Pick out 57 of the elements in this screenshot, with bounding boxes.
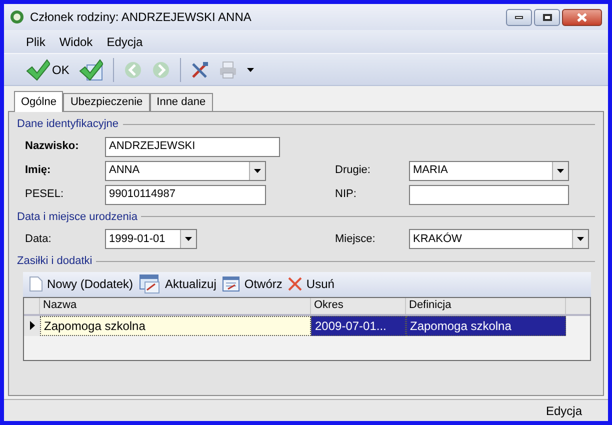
- section-heading: Data i miejsce urodzenia: [17, 210, 138, 224]
- table-cell: Zapomoga szkolna: [406, 316, 566, 336]
- tab[interactable]: Ogólne: [14, 91, 64, 112]
- field-label: Nazwisko:: [25, 139, 80, 154]
- list-toolbar-button[interactable]: Aktualizuj: [139, 273, 216, 295]
- tab[interactable]: Ubezpieczenie: [63, 93, 150, 111]
- maximize-button[interactable]: [534, 8, 560, 26]
- ok-button[interactable]: OK: [24, 56, 72, 82]
- dropdown-field[interactable]: MARIA: [409, 160, 569, 180]
- blank-page-icon: [29, 276, 43, 292]
- menu-item[interactable]: Widok: [59, 32, 93, 50]
- close-button[interactable]: [562, 8, 602, 26]
- tools-icon: [191, 60, 210, 78]
- field-label: PESEL:: [25, 187, 65, 202]
- caret-icon: [185, 237, 192, 241]
- row-pointer-icon: [30, 321, 34, 330]
- input-field[interactable]: ANDRZEJEWSKI: [105, 136, 280, 156]
- caret-icon: [254, 168, 261, 172]
- section-heading: Zasiłki i dodatki: [17, 254, 92, 269]
- caret-icon: [557, 168, 564, 172]
- column-header[interactable]: Okres: [311, 298, 406, 314]
- field-label: Data:: [25, 232, 52, 247]
- dropdown-field[interactable]: KRAKÓW: [409, 229, 589, 249]
- status-text: Edycja: [546, 402, 582, 420]
- input-field[interactable]: 99010114987: [105, 184, 266, 204]
- list-toolbar-button[interactable]: Otwórz: [222, 273, 282, 295]
- window-title: Członek rodziny: ANDRZEJEWSKI ANNA: [30, 9, 252, 26]
- table-row[interactable]: Zapomoga szkolna 2009-07-01... Zapomoga szkolna: [24, 316, 590, 336]
- date-picker[interactable]: 1999-01-01: [105, 229, 197, 249]
- column-header[interactable]: Nazwa: [40, 298, 311, 314]
- field-label: Drugie:: [335, 163, 372, 178]
- caret-icon: [577, 237, 584, 241]
- column-header[interactable]: Definicja: [406, 298, 566, 314]
- field-label: NIP:: [335, 187, 358, 202]
- list-toolbar-button[interactable]: Nowy (Dodatek): [29, 273, 134, 295]
- caret-icon: [247, 68, 254, 72]
- document-edit-icon: [139, 274, 162, 294]
- close-icon: [577, 12, 587, 22]
- menu-item[interactable]: Plik: [26, 32, 46, 50]
- field-label: Imię:: [25, 163, 52, 178]
- document-edit-icon: [222, 276, 240, 292]
- list-toolbar-button[interactable]: Usuń: [288, 273, 334, 295]
- printer-icon: [219, 60, 238, 78]
- dropdown-field[interactable]: ANNA: [105, 160, 266, 180]
- field-label: Miejsce:: [335, 232, 376, 247]
- table-cell: 2009-07-01...: [311, 316, 406, 336]
- table-cell: Zapomoga szkolna: [40, 316, 311, 336]
- minimize-button[interactable]: [506, 8, 532, 26]
- app-logo-icon: [10, 10, 24, 24]
- toolbar-button[interactable]: [77, 56, 106, 82]
- checkmark-document-icon: [79, 58, 104, 80]
- delete-icon: [288, 277, 302, 291]
- checkmark-icon: [26, 58, 50, 80]
- tab[interactable]: Inne dane: [150, 93, 213, 111]
- input-field[interactable]: [409, 184, 569, 204]
- section-heading: Dane identyfikacyjne: [17, 117, 119, 132]
- menu-item[interactable]: Edycja: [106, 32, 143, 50]
